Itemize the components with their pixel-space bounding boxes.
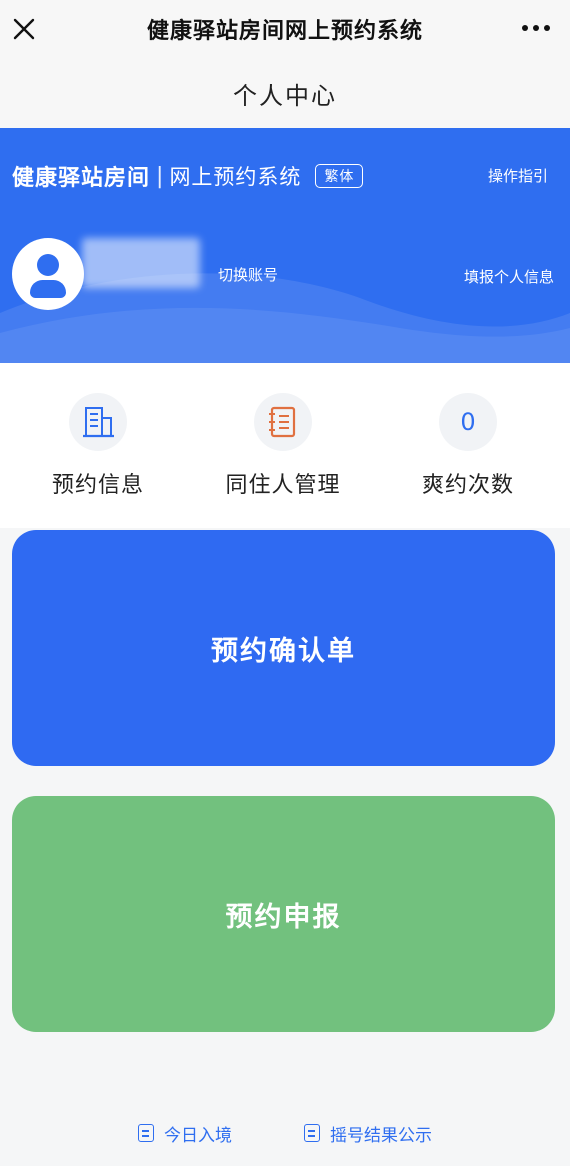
reservation-confirmation-button[interactable]: 预约确认单 [12,530,555,766]
switch-account-link[interactable]: 切换账号 [218,264,278,285]
co-resident-management-item[interactable]: 同住人管理 [203,393,363,499]
close-icon [13,18,35,40]
reservation-info-item[interactable]: 预约信息 [18,393,178,499]
brand-separator: | [156,163,164,189]
blurred-username [82,238,200,288]
user-icon [37,254,59,276]
page-title: 个人中心 [0,58,570,128]
building-icon [83,407,114,438]
page: 健康驿站房间网上预约系统 个人中心 健康驿站房间 | 网上预约系统 繁体 操作指… [0,0,570,1166]
stats-row: 预约信息 同住人管理 0 爽约次数 [0,363,570,528]
avatar[interactable] [12,238,84,310]
co-resident-management-label: 同住人管理 [225,473,341,498]
no-show-count-value: 0 [460,408,476,436]
window-title: 健康驿站房间网上预约系统 [146,19,423,44]
profile-banner: 健康驿站房间 | 网上预约系统 繁体 操作指引 切换账号 填报个人信息 [0,128,570,363]
more-dots-icon [522,25,528,31]
user-icon-body [30,280,66,298]
more-menu-button[interactable] [516,12,556,44]
co-resident-icon-wrap [254,393,312,451]
document-icon [138,1124,154,1142]
reservation-info-icon-wrap [69,393,127,451]
more-dot [533,25,539,31]
today-entry-link[interactable]: 今日入境 [138,1121,232,1146]
system-name: 网上预约系统 [169,165,302,189]
more-dot [544,25,550,31]
no-show-count-label: 爽约次数 [421,473,514,498]
notebook-icon [269,406,296,438]
reservation-apply-button[interactable]: 预约申报 [12,796,555,1032]
document-icon [304,1124,320,1142]
today-entry-label: 今日入境 [164,1125,232,1146]
operation-guide-link[interactable]: 操作指引 [488,165,548,186]
no-show-count-wrap: 0 [439,393,497,451]
brand-header: 健康驿站房间 | 网上预约系统 繁体 [12,160,364,192]
traditional-chinese-toggle[interactable]: 繁体 [315,164,364,188]
close-button[interactable] [6,11,42,47]
footer-links: 今日入境 摇号结果公示 [0,1110,570,1156]
lottery-results-label: 摇号结果公示 [330,1125,432,1146]
fill-personal-info-link[interactable]: 填报个人信息 [464,266,554,287]
lottery-results-link[interactable]: 摇号结果公示 [304,1121,432,1146]
brand-name: 健康驿站房间 [12,166,151,191]
reservation-info-label: 预约信息 [51,473,144,498]
no-show-count-item[interactable]: 0 爽约次数 [388,393,548,499]
title-bar: 健康驿站房间网上预约系统 [0,0,570,58]
